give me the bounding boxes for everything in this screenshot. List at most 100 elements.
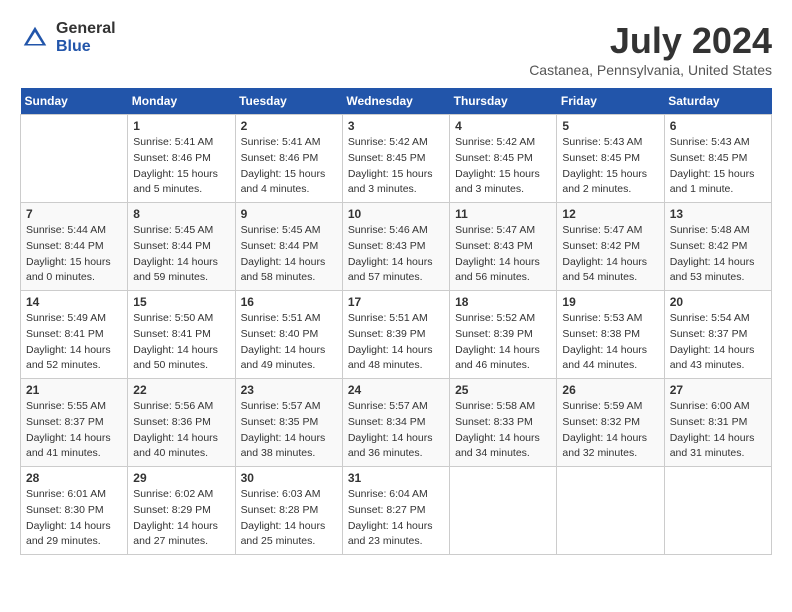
day-number: 24 bbox=[348, 383, 444, 397]
calendar-cell: 20 Sunrise: 5:54 AM Sunset: 8:37 PM Dayli… bbox=[664, 291, 771, 379]
calendar-week-1: 7 Sunrise: 5:44 AM Sunset: 8:44 PM Daylig… bbox=[21, 203, 772, 291]
day-info: Sunrise: 5:57 AM Sunset: 8:35 PM Dayligh… bbox=[241, 399, 337, 462]
day-info: Sunrise: 5:55 AM Sunset: 8:37 PM Dayligh… bbox=[26, 399, 122, 462]
day-info: Sunrise: 6:04 AM Sunset: 8:27 PM Dayligh… bbox=[348, 487, 444, 550]
day-info: Sunrise: 5:59 AM Sunset: 8:32 PM Dayligh… bbox=[562, 399, 658, 462]
calendar-cell: 17 Sunrise: 5:51 AM Sunset: 8:39 PM Dayli… bbox=[342, 291, 449, 379]
day-number: 17 bbox=[348, 295, 444, 309]
day-number: 18 bbox=[455, 295, 551, 309]
day-number: 1 bbox=[133, 119, 229, 133]
day-info: Sunrise: 6:01 AM Sunset: 8:30 PM Dayligh… bbox=[26, 487, 122, 550]
calendar-cell bbox=[664, 467, 771, 555]
calendar-cell: 6 Sunrise: 5:43 AM Sunset: 8:45 PM Daylig… bbox=[664, 115, 771, 203]
calendar-cell: 25 Sunrise: 5:58 AM Sunset: 8:33 PM Dayli… bbox=[450, 379, 557, 467]
day-number: 30 bbox=[241, 471, 337, 485]
day-info: Sunrise: 5:51 AM Sunset: 8:40 PM Dayligh… bbox=[241, 311, 337, 374]
day-info: Sunrise: 5:48 AM Sunset: 8:42 PM Dayligh… bbox=[670, 223, 766, 286]
title-block: July 2024 Castanea, Pennsylvania, United… bbox=[529, 20, 772, 78]
day-info: Sunrise: 6:03 AM Sunset: 8:28 PM Dayligh… bbox=[241, 487, 337, 550]
calendar-cell: 9 Sunrise: 5:45 AM Sunset: 8:44 PM Daylig… bbox=[235, 203, 342, 291]
day-info: Sunrise: 5:56 AM Sunset: 8:36 PM Dayligh… bbox=[133, 399, 229, 462]
calendar-cell: 2Sunrise: 5:41 AM Sunset: 8:46 PM Daylig… bbox=[235, 115, 342, 203]
page-header: General Blue July 2024 Castanea, Pennsyl… bbox=[20, 20, 772, 78]
calendar-cell: 21 Sunrise: 5:55 AM Sunset: 8:37 PM Dayli… bbox=[21, 379, 128, 467]
calendar-cell: 4 Sunrise: 5:42 AM Sunset: 8:45 PM Daylig… bbox=[450, 115, 557, 203]
day-info: Sunrise: 5:47 AM Sunset: 8:43 PM Dayligh… bbox=[455, 223, 551, 286]
month-title: July 2024 bbox=[529, 20, 772, 62]
day-info: Sunrise: 5:42 AM Sunset: 8:45 PM Dayligh… bbox=[348, 135, 444, 198]
day-info: Sunrise: 5:54 AM Sunset: 8:37 PM Dayligh… bbox=[670, 311, 766, 374]
header-saturday: Saturday bbox=[664, 88, 771, 115]
day-info: Sunrise: 6:00 AM Sunset: 8:31 PM Dayligh… bbox=[670, 399, 766, 462]
calendar-table: SundayMondayTuesdayWednesdayThursdayFrid… bbox=[20, 88, 772, 555]
calendar-cell bbox=[450, 467, 557, 555]
day-info: Sunrise: 5:42 AM Sunset: 8:45 PM Dayligh… bbox=[455, 135, 551, 198]
calendar-cell: 22 Sunrise: 5:56 AM Sunset: 8:36 PM Dayli… bbox=[128, 379, 235, 467]
day-number: 14 bbox=[26, 295, 122, 309]
day-info: Sunrise: 5:43 AM Sunset: 8:45 PM Dayligh… bbox=[670, 135, 766, 198]
calendar-cell: 8 Sunrise: 5:45 AM Sunset: 8:44 PM Daylig… bbox=[128, 203, 235, 291]
day-number: 23 bbox=[241, 383, 337, 397]
logo-text: General Blue bbox=[56, 20, 116, 55]
calendar-cell: 23 Sunrise: 5:57 AM Sunset: 8:35 PM Dayli… bbox=[235, 379, 342, 467]
day-info: Sunrise: 5:51 AM Sunset: 8:39 PM Dayligh… bbox=[348, 311, 444, 374]
day-number: 12 bbox=[562, 207, 658, 221]
day-info: Sunrise: 5:41 AM Sunset: 8:46 PM Dayligh… bbox=[133, 135, 229, 198]
header-wednesday: Wednesday bbox=[342, 88, 449, 115]
calendar-cell: 14Sunrise: 5:49 AM Sunset: 8:41 PM Dayli… bbox=[21, 291, 128, 379]
day-number: 4 bbox=[455, 119, 551, 133]
day-number: 27 bbox=[670, 383, 766, 397]
location-text: Castanea, Pennsylvania, United States bbox=[529, 62, 772, 78]
calendar-cell: 1 Sunrise: 5:41 AM Sunset: 8:46 PM Daylig… bbox=[128, 115, 235, 203]
day-info: Sunrise: 5:41 AM Sunset: 8:46 PM Dayligh… bbox=[241, 135, 337, 198]
calendar-cell: 16 Sunrise: 5:51 AM Sunset: 8:40 PM Dayli… bbox=[235, 291, 342, 379]
calendar-week-3: 21 Sunrise: 5:55 AM Sunset: 8:37 PM Dayli… bbox=[21, 379, 772, 467]
calendar-cell: 31 Sunrise: 6:04 AM Sunset: 8:27 PM Dayli… bbox=[342, 467, 449, 555]
header-sunday: Sunday bbox=[21, 88, 128, 115]
day-number: 6 bbox=[670, 119, 766, 133]
calendar-week-4: 28 Sunrise: 6:01 AM Sunset: 8:30 PM Dayli… bbox=[21, 467, 772, 555]
calendar-cell: 3Sunrise: 5:42 AM Sunset: 8:45 PM Daylig… bbox=[342, 115, 449, 203]
logo-icon bbox=[20, 23, 50, 53]
day-number: 29 bbox=[133, 471, 229, 485]
day-number: 16 bbox=[241, 295, 337, 309]
day-number: 8 bbox=[133, 207, 229, 221]
calendar-cell: 13Sunrise: 5:48 AM Sunset: 8:42 PM Dayli… bbox=[664, 203, 771, 291]
day-number: 20 bbox=[670, 295, 766, 309]
calendar-week-0: 1 Sunrise: 5:41 AM Sunset: 8:46 PM Daylig… bbox=[21, 115, 772, 203]
day-number: 25 bbox=[455, 383, 551, 397]
day-info: Sunrise: 5:47 AM Sunset: 8:42 PM Dayligh… bbox=[562, 223, 658, 286]
header-tuesday: Tuesday bbox=[235, 88, 342, 115]
day-info: Sunrise: 5:57 AM Sunset: 8:34 PM Dayligh… bbox=[348, 399, 444, 462]
calendar-cell: 15Sunrise: 5:50 AM Sunset: 8:41 PM Dayli… bbox=[128, 291, 235, 379]
day-info: Sunrise: 6:02 AM Sunset: 8:29 PM Dayligh… bbox=[133, 487, 229, 550]
day-number: 21 bbox=[26, 383, 122, 397]
calendar-cell: 7 Sunrise: 5:44 AM Sunset: 8:44 PM Daylig… bbox=[21, 203, 128, 291]
day-info: Sunrise: 5:46 AM Sunset: 8:43 PM Dayligh… bbox=[348, 223, 444, 286]
calendar-cell: 10 Sunrise: 5:46 AM Sunset: 8:43 PM Dayli… bbox=[342, 203, 449, 291]
day-number: 19 bbox=[562, 295, 658, 309]
calendar-cell: 27 Sunrise: 6:00 AM Sunset: 8:31 PM Dayli… bbox=[664, 379, 771, 467]
day-info: Sunrise: 5:45 AM Sunset: 8:44 PM Dayligh… bbox=[133, 223, 229, 286]
day-info: Sunrise: 5:43 AM Sunset: 8:45 PM Dayligh… bbox=[562, 135, 658, 198]
calendar-cell: 19Sunrise: 5:53 AM Sunset: 8:38 PM Dayli… bbox=[557, 291, 664, 379]
calendar-cell: 18Sunrise: 5:52 AM Sunset: 8:39 PM Dayli… bbox=[450, 291, 557, 379]
day-info: Sunrise: 5:58 AM Sunset: 8:33 PM Dayligh… bbox=[455, 399, 551, 462]
day-number: 11 bbox=[455, 207, 551, 221]
calendar-cell: 26Sunrise: 5:59 AM Sunset: 8:32 PM Dayli… bbox=[557, 379, 664, 467]
day-number: 7 bbox=[26, 207, 122, 221]
day-number: 28 bbox=[26, 471, 122, 485]
calendar-cell: 29 Sunrise: 6:02 AM Sunset: 8:29 PM Dayli… bbox=[128, 467, 235, 555]
header-friday: Friday bbox=[557, 88, 664, 115]
logo-general-text: General bbox=[56, 20, 116, 38]
day-number: 31 bbox=[348, 471, 444, 485]
logo-blue-text: Blue bbox=[56, 38, 116, 56]
day-number: 10 bbox=[348, 207, 444, 221]
calendar-cell: 12 Sunrise: 5:47 AM Sunset: 8:42 PM Dayli… bbox=[557, 203, 664, 291]
day-number: 5 bbox=[562, 119, 658, 133]
header-monday: Monday bbox=[128, 88, 235, 115]
day-number: 9 bbox=[241, 207, 337, 221]
day-number: 22 bbox=[133, 383, 229, 397]
day-info: Sunrise: 5:44 AM Sunset: 8:44 PM Dayligh… bbox=[26, 223, 122, 286]
day-info: Sunrise: 5:45 AM Sunset: 8:44 PM Dayligh… bbox=[241, 223, 337, 286]
